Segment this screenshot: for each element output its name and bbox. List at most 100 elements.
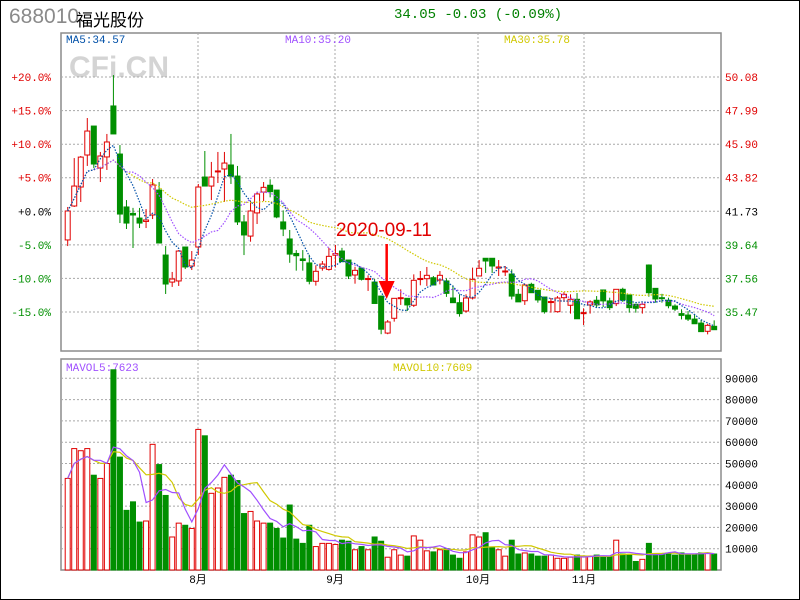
candle-down xyxy=(123,200,130,230)
candle-body xyxy=(678,313,685,316)
candle-body xyxy=(169,278,176,283)
candle-down xyxy=(280,210,287,237)
mavol10-legend: MAVOL10:7609 xyxy=(393,363,472,375)
volume-bar xyxy=(286,504,293,571)
candle-down xyxy=(234,165,241,225)
percent-tick-label: -15.0% xyxy=(11,308,51,320)
volume-bar xyxy=(208,492,215,571)
volume-bar xyxy=(97,477,104,571)
volume-tick-label: 60000 xyxy=(725,438,758,450)
candle-body xyxy=(312,270,319,282)
price-tick-label: 50.08 xyxy=(725,73,758,85)
candle-body xyxy=(116,153,123,215)
candle-down xyxy=(443,278,450,297)
month-label: 9月 xyxy=(326,574,344,587)
candle-body xyxy=(417,278,424,281)
candle-up xyxy=(639,302,646,314)
candle-down xyxy=(404,297,411,312)
candle-body xyxy=(476,267,483,277)
candle-up xyxy=(580,308,587,326)
volume-bar xyxy=(325,542,332,571)
month-label: 11月 xyxy=(572,574,596,587)
candle-body xyxy=(449,297,456,304)
candle-body xyxy=(711,325,718,331)
candle-down xyxy=(652,287,659,303)
volume-bar xyxy=(397,554,404,571)
volume-bar xyxy=(260,522,267,571)
candle-body xyxy=(502,270,509,273)
ma5-legend: MA5:34.57 xyxy=(66,35,125,47)
volume-bar xyxy=(482,532,489,571)
candle-up xyxy=(554,296,561,313)
candle-down xyxy=(691,314,698,325)
volume-bar xyxy=(652,553,659,571)
volume-bar xyxy=(580,555,587,571)
volume-bar xyxy=(678,552,685,571)
percent-tick-label: +10.0% xyxy=(11,140,51,152)
candle-body xyxy=(182,246,189,268)
candle-body xyxy=(241,221,248,236)
candle-down xyxy=(678,309,685,320)
candle-body xyxy=(221,162,228,170)
volume-bar xyxy=(103,463,110,571)
candle-down xyxy=(534,289,541,303)
candle-body xyxy=(652,287,659,300)
candle-down xyxy=(371,279,378,304)
mavol5-legend: MAVOL5:7623 xyxy=(66,363,139,375)
candle-up xyxy=(64,206,71,247)
volume-bar xyxy=(345,540,352,571)
candle-down xyxy=(645,264,652,297)
volume-bar xyxy=(149,443,156,571)
candle-down xyxy=(665,297,672,309)
candle-body xyxy=(704,324,711,332)
watermark-logo: CFi.CN xyxy=(69,51,169,84)
candle-body xyxy=(149,184,156,216)
candle-body xyxy=(567,298,574,306)
volume-bar xyxy=(116,456,123,571)
candle-up xyxy=(214,151,221,183)
candle-body xyxy=(489,257,496,267)
volume-bar xyxy=(241,513,248,571)
candle-body xyxy=(463,297,470,312)
volume-bar xyxy=(319,542,326,571)
candle-down xyxy=(671,304,678,312)
candle-body xyxy=(306,262,313,282)
month-label: 8月 xyxy=(189,574,207,587)
candle-body xyxy=(639,303,646,309)
volume-bar xyxy=(338,539,345,571)
volume-bar xyxy=(352,549,359,571)
volume-bar xyxy=(77,450,84,571)
volume-bar xyxy=(280,537,287,571)
candle-down xyxy=(515,288,522,303)
candle-body xyxy=(619,288,626,301)
candle-up xyxy=(560,292,567,302)
stock-chart-page: 688010 福光股份 34.05 -0.03 (-0.09%) CFi.CN +… xyxy=(0,0,800,600)
volume-bar xyxy=(704,552,711,571)
volume-tick-label: 50000 xyxy=(725,460,758,472)
volume-bar xyxy=(188,527,195,571)
candle-up xyxy=(521,284,528,305)
candle-up xyxy=(312,265,319,286)
volume-bar xyxy=(162,494,169,571)
percent-tick-label: +0.0% xyxy=(18,207,51,219)
month-label: 10月 xyxy=(466,574,490,587)
candle-body xyxy=(64,210,71,241)
volume-bar xyxy=(64,477,71,571)
volume-bar xyxy=(423,550,430,571)
volume-tick-label: 90000 xyxy=(725,374,758,386)
candle-body xyxy=(195,186,202,248)
candle-body xyxy=(352,269,359,276)
candle-body xyxy=(508,273,515,297)
annotation-date-label: 2020-09-11 xyxy=(336,220,432,241)
candle-down xyxy=(593,296,600,308)
price-tick-label: 47.99 xyxy=(725,107,758,119)
volume-bar xyxy=(495,549,502,571)
volume-bar xyxy=(593,554,600,571)
volume-bar xyxy=(247,510,254,571)
candle-up xyxy=(352,266,359,284)
volume-bar xyxy=(541,555,548,571)
candle-up xyxy=(476,260,483,277)
candle-down xyxy=(338,247,345,263)
price-tick-label: 35.47 xyxy=(725,308,758,320)
candle-body xyxy=(280,221,287,230)
